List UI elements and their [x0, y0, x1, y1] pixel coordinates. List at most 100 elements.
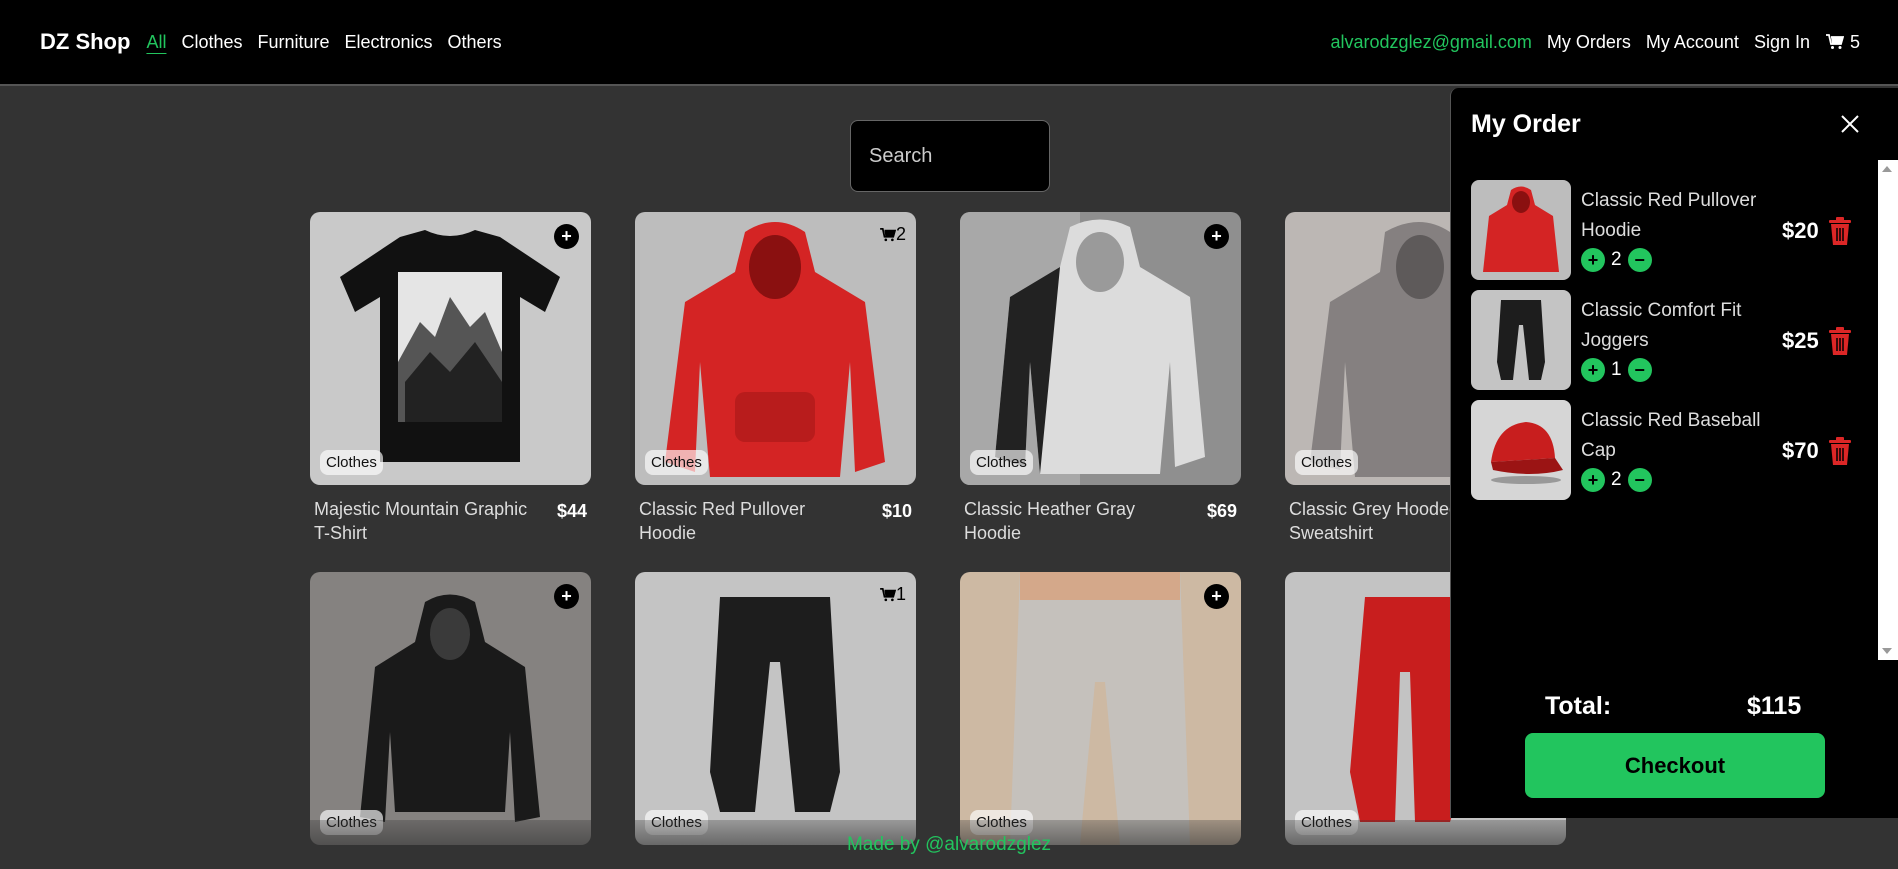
user-email: alvarodzglez@gmail.com [1330, 31, 1532, 52]
close-icon[interactable] [1838, 112, 1862, 136]
search-box [850, 120, 1050, 192]
gray-pants-photo [960, 572, 1241, 845]
order-item-price: $20 [1782, 218, 1819, 243]
product-image[interactable]: Clothes + [960, 572, 1241, 845]
shopping-cart-icon [880, 227, 896, 241]
search-input[interactable] [869, 144, 1031, 168]
decrease-quantity-button[interactable]: − [1627, 468, 1652, 492]
in-cart-count: 1 [895, 584, 906, 604]
product-card[interactable]: Clothes 2 Classic Red Pullover Hoodie $1… [635, 212, 916, 545]
product-info: Classic Red Pullover Hoodie $10 [635, 485, 916, 545]
top-navbar: DZ Shop All Clothes Furniture Electronic… [0, 0, 1898, 86]
product-title: Classic Red Pullover Hoodie [639, 499, 806, 543]
increase-quantity-button[interactable]: + [1581, 358, 1605, 382]
total-value: $115 [1747, 692, 1802, 720]
product-card[interactable]: Clothes + Classic Heather Gray Hoodie $6… [960, 212, 1241, 545]
trash-icon[interactable] [1827, 436, 1853, 466]
order-list-scrollbar[interactable] [1878, 160, 1898, 660]
black-joggers-thumb [1471, 290, 1571, 390]
black-hoodie-photo [310, 572, 591, 845]
nav-category-others[interactable]: Others [448, 32, 502, 53]
order-item-thumbnail [1471, 290, 1571, 390]
black-joggers-photo [635, 572, 916, 845]
trash-icon[interactable] [1827, 216, 1853, 246]
order-item-price: $70 [1782, 438, 1819, 463]
order-item-thumbnail [1471, 180, 1571, 280]
in-cart-count: 2 [895, 224, 906, 244]
product-image[interactable]: Clothes 2 [635, 212, 916, 485]
order-side-panel: My Order Classic Red Pullover Hoodie + 2… [1450, 88, 1898, 818]
nav-category-electronics[interactable]: Electronics [345, 32, 433, 53]
nav-my-account[interactable]: My Account [1646, 32, 1739, 53]
order-item-name: Classic Comfort Fit Joggers [1581, 300, 1742, 351]
nav-sign-in[interactable]: Sign In [1754, 32, 1810, 53]
add-to-cart-button[interactable]: + [554, 584, 579, 609]
product-card[interactable]: Clothes + Majestic Mountain Graphic T-Sh… [310, 212, 591, 545]
nav-category-clothes[interactable]: Clothes [181, 32, 242, 53]
scroll-down-arrow-icon[interactable] [1882, 648, 1892, 654]
order-item-quantity: 1 [1611, 359, 1622, 380]
add-to-cart-button[interactable]: + [554, 224, 579, 249]
checkout-button[interactable]: Checkout [1525, 733, 1825, 798]
cart-button[interactable]: 5 [1825, 31, 1860, 53]
shopping-cart-icon [880, 587, 896, 601]
red-hoodie-thumb [1471, 180, 1571, 280]
quantity-stepper: + 1 − [1581, 358, 1766, 382]
nav-my-orders[interactable]: My Orders [1547, 32, 1631, 53]
category-badge: Clothes [970, 450, 1033, 475]
order-item: Classic Red Baseball Cap + 2 − $70 [1471, 400, 1871, 510]
product-title: Classic Heather Gray Hoodie [964, 499, 1136, 543]
add-to-cart-button[interactable]: + [1204, 584, 1229, 609]
product-card[interactable]: Clothes + [960, 572, 1241, 845]
order-item: Classic Comfort Fit Joggers + 1 − $25 [1471, 290, 1871, 400]
order-item-thumbnail [1471, 400, 1571, 500]
nav-category-furniture[interactable]: Furniture [257, 32, 329, 53]
shopping-cart-icon [1825, 34, 1844, 49]
product-card[interactable]: Clothes 1 [635, 572, 916, 845]
tshirt-photo [310, 212, 591, 485]
nav-left: DZ Shop All Clothes Furniture Electronic… [40, 29, 517, 55]
increase-quantity-button[interactable]: + [1581, 248, 1605, 272]
footer-credit[interactable]: Made by @alvarodzglez [0, 834, 1898, 856]
gray-hoodie-photo [960, 212, 1241, 485]
decrease-quantity-button[interactable]: − [1627, 248, 1652, 272]
decrease-quantity-button[interactable]: − [1627, 358, 1652, 382]
brand-logo[interactable]: DZ Shop [40, 29, 130, 55]
scroll-up-arrow-icon[interactable] [1882, 166, 1892, 172]
order-item-price: $25 [1782, 328, 1819, 353]
cart-count: 5 [1849, 31, 1860, 52]
order-item-details: Classic Comfort Fit Joggers + 1 − [1581, 290, 1766, 382]
order-item-quantity: 2 [1611, 249, 1622, 270]
order-item-details: Classic Red Pullover Hoodie + 2 − [1581, 180, 1766, 272]
order-items-list: Classic Red Pullover Hoodie + 2 − $20 Cl… [1471, 180, 1871, 510]
order-item: Classic Red Pullover Hoodie + 2 − $20 [1471, 180, 1871, 290]
trash-icon[interactable] [1827, 326, 1853, 356]
order-item-name: Classic Red Pullover Hoodie [1581, 190, 1757, 241]
product-info: Classic Heather Gray Hoodie $69 [960, 485, 1241, 545]
product-image[interactable]: Clothes + [310, 212, 591, 485]
quantity-stepper: + 2 − [1581, 468, 1766, 492]
product-title: Majestic Mountain Graphic T-Shirt [314, 499, 528, 543]
order-item-quantity: 2 [1611, 469, 1622, 490]
order-item-details: Classic Red Baseball Cap + 2 − [1581, 400, 1766, 492]
product-card[interactable]: Clothes + [310, 572, 591, 845]
product-price: $69 [1206, 501, 1237, 521]
in-cart-indicator[interactable]: 2 [880, 224, 906, 245]
product-info: Majestic Mountain Graphic T-Shirt $44 [310, 485, 591, 545]
red-hoodie-photo [635, 212, 916, 485]
category-badge: Clothes [1295, 450, 1358, 475]
product-image[interactable]: Clothes 1 [635, 572, 916, 845]
product-price: $44 [556, 501, 587, 521]
product-image[interactable]: Clothes + [310, 572, 591, 845]
increase-quantity-button[interactable]: + [1581, 468, 1605, 492]
category-badge: Clothes [320, 450, 383, 475]
quantity-stepper: + 2 − [1581, 248, 1766, 272]
in-cart-indicator[interactable]: 1 [880, 584, 906, 605]
nav-category-all[interactable]: All [146, 32, 166, 53]
panel-title: My Order [1471, 110, 1581, 138]
red-cap-thumb [1471, 400, 1571, 500]
product-image[interactable]: Clothes + [960, 212, 1241, 485]
add-to-cart-button[interactable]: + [1204, 224, 1229, 249]
nav-right: alvarodzglez@gmail.com My Orders My Acco… [1331, 32, 1860, 53]
total-label: Total: [1545, 692, 1612, 720]
